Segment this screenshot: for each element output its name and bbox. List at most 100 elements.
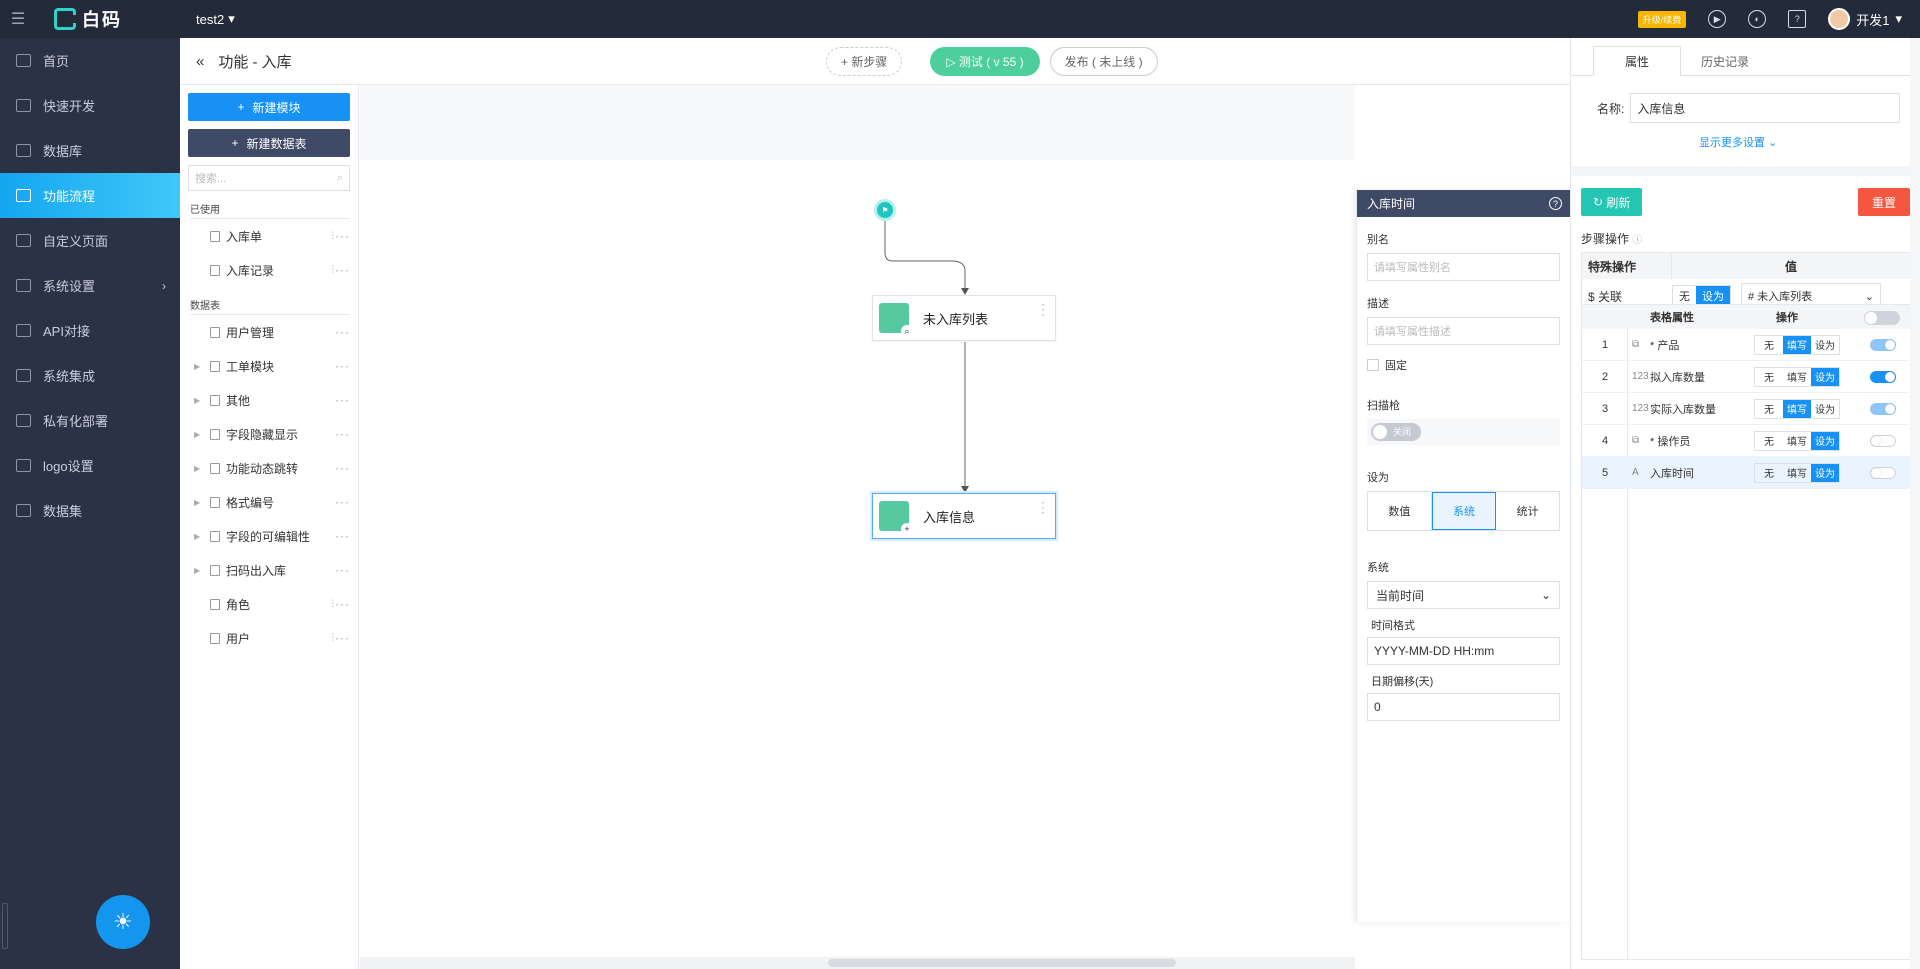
more-icon[interactable]: ··· (335, 631, 350, 645)
setas-option-stats[interactable]: 统计 (1496, 492, 1559, 530)
tree-item[interactable]: ▶ 工单模块 ··· (180, 349, 358, 383)
sidebar-resize-handle[interactable] (2, 903, 8, 949)
caret-right-icon[interactable]: ▶ (194, 464, 204, 473)
setas-option-system[interactable]: 系统 (1431, 492, 1497, 530)
step-name-input[interactable]: 入库信息 (1630, 93, 1901, 123)
row-toggle[interactable] (1870, 402, 1896, 415)
vertical-scrollbar[interactable] (1910, 38, 1920, 969)
tree-item[interactable]: ▶ 字段的可编辑性 ··· (180, 519, 358, 553)
back-double-chevron-icon[interactable]: « (196, 53, 204, 70)
table-row[interactable]: 4 ⧉ * 操作员 无填写 设为 (1582, 425, 1910, 457)
scrollbar-thumb[interactable] (828, 959, 1176, 967)
tree-item[interactable]: 角色 ⫶ ··· (180, 587, 358, 621)
tree-item[interactable]: ▶ 格式编号 ··· (180, 485, 358, 519)
sidebar-item-dataset[interactable]: 数据集 (0, 488, 180, 533)
tree-item[interactable]: 入库单 ⫶ ··· (180, 219, 358, 253)
op-option[interactable]: 设为 (1811, 431, 1839, 450)
desc-input[interactable]: 请填写属性描述 (1367, 317, 1560, 345)
vertical-more-icon[interactable]: · · · (1041, 496, 1045, 518)
row-toggle[interactable] (1870, 466, 1896, 479)
search-icon[interactable]: ⌕ (337, 172, 343, 185)
op-option[interactable]: 无 (1755, 432, 1783, 450)
tree-item[interactable]: ▶ 其他 ··· (180, 383, 358, 417)
tree-item[interactable]: ▶ 功能动态跳转 ··· (180, 451, 358, 485)
table-row[interactable]: 3 123 实际入库数量 无填写 设为 (1582, 393, 1910, 425)
op-option[interactable]: 填写 (1783, 432, 1811, 450)
sidebar-item-system-settings[interactable]: 系统设置 › (0, 263, 180, 308)
horizontal-scrollbar[interactable] (360, 957, 1355, 969)
op-option[interactable]: 无 (1755, 400, 1783, 418)
publish-button[interactable]: 发布 ( 未上线 ) (1049, 47, 1158, 76)
system-select[interactable]: 当前时间 ⌄ (1367, 581, 1560, 609)
op-option[interactable]: 设为 (1811, 463, 1839, 482)
upgrade-badge[interactable]: 升级/续费 (1637, 10, 1687, 28)
help-icon[interactable]: ? (1549, 197, 1562, 210)
more-icon[interactable]: ··· (335, 263, 350, 277)
tree-item[interactable]: ▶ 扫码出入库 ··· (180, 553, 358, 587)
setas-option-number[interactable]: 数值 (1368, 492, 1432, 530)
flow-node[interactable]: ⌕ 未入库列表 · · · (872, 295, 1056, 341)
sidebar-item-workflow[interactable]: 功能流程 (0, 173, 180, 218)
scanner-toggle[interactable]: 关闭 (1371, 423, 1421, 441)
offset-input[interactable]: 0 (1367, 693, 1560, 721)
more-icon[interactable]: ··· (335, 563, 350, 577)
new-module-button[interactable]: + 新建模块 (188, 93, 350, 121)
flow-node[interactable]: + 入库信息 · · · (872, 493, 1056, 539)
headset-icon[interactable]: ◐ (1748, 10, 1767, 28)
sliders-icon[interactable]: ⫶ (332, 633, 335, 644)
more-icon[interactable]: ··· (335, 325, 350, 339)
help-book-icon[interactable]: ? (1788, 10, 1807, 28)
lightbulb-icon[interactable]: ☀ (96, 895, 150, 949)
vertical-more-icon[interactable]: · · · (1041, 298, 1045, 320)
toggle-all-switch[interactable] (1864, 311, 1900, 325)
checkbox-box[interactable] (1367, 359, 1379, 371)
help-icon[interactable]: ⓘ (1632, 235, 1642, 246)
new-table-button[interactable]: + 新建数据表 (188, 129, 350, 157)
tree-item[interactable]: ▶ 字段隐藏显示 ··· (180, 417, 358, 451)
op-option[interactable]: 无 (1755, 336, 1783, 354)
reset-button[interactable]: 重置 (1857, 188, 1910, 216)
tree-item[interactable]: 用户管理 ··· (180, 315, 358, 349)
op-option[interactable]: 填写 (1783, 368, 1811, 386)
tab-history[interactable]: 历史记录 (1681, 46, 1769, 76)
caret-right-icon[interactable]: ▶ (194, 566, 204, 575)
more-icon[interactable]: ··· (335, 427, 350, 441)
op-option[interactable]: 无 (1755, 464, 1783, 482)
tab-properties[interactable]: 属性 (1593, 46, 1681, 76)
new-step-button[interactable]: + 新步骤 (826, 47, 903, 76)
sliders-icon[interactable]: ⫶ (332, 265, 335, 276)
op-option[interactable]: 填写 (1783, 335, 1811, 354)
fixed-checkbox[interactable]: 固定 (1367, 357, 1560, 373)
start-flag-icon[interactable]: ⚑ (874, 199, 896, 221)
sidebar-item-integration[interactable]: 系统集成 (0, 353, 180, 398)
op-option[interactable]: 填写 (1783, 464, 1811, 482)
caret-right-icon[interactable]: ▶ (194, 532, 204, 541)
menu-collapse-icon[interactable]: ☰ (0, 9, 36, 29)
refresh-button[interactable]: ↻ 刷新 (1581, 188, 1643, 216)
caret-right-icon[interactable]: ▶ (194, 430, 204, 439)
sidebar-item-quick-dev[interactable]: 快速开发 (0, 83, 180, 128)
more-icon[interactable]: ··· (335, 495, 350, 509)
more-icon[interactable]: ··· (335, 393, 350, 407)
sidebar-item-database[interactable]: 数据库 (0, 128, 180, 173)
test-button[interactable]: ▷ 测试 ( v 55 ) (930, 47, 1040, 76)
table-row[interactable]: 5 A 入库时间 无填写 设为 (1582, 457, 1910, 489)
op-option[interactable]: 设为 (1811, 336, 1839, 354)
sliders-icon[interactable]: ⫶ (332, 231, 335, 242)
search-input[interactable]: 搜索... ⌕ (188, 165, 350, 191)
row-toggle[interactable] (1870, 434, 1896, 447)
caret-right-icon[interactable]: ▶ (194, 362, 204, 371)
op-option[interactable]: 无 (1755, 368, 1783, 386)
row-toggle[interactable] (1870, 370, 1896, 383)
more-icon[interactable]: ··· (335, 529, 350, 543)
sliders-icon[interactable]: ⫶ (332, 599, 335, 610)
alias-input[interactable]: 请填写属性别名 (1367, 253, 1560, 281)
table-row[interactable]: 1 ⧉ * 产品 无填写 设为 (1582, 329, 1910, 361)
more-settings-link[interactable]: 显示更多设置 ⌄ (1699, 134, 1777, 150)
sidebar-item-logo-settings[interactable]: logo设置 (0, 443, 180, 488)
more-icon[interactable]: ··· (335, 359, 350, 373)
user-menu[interactable]: 开发1 ▾ (1828, 8, 1902, 30)
table-row[interactable]: 2 123 拟入库数量 无填写 设为 (1582, 361, 1910, 393)
more-icon[interactable]: ··· (335, 229, 350, 243)
relation-set-option[interactable]: 设为 (1696, 286, 1730, 306)
